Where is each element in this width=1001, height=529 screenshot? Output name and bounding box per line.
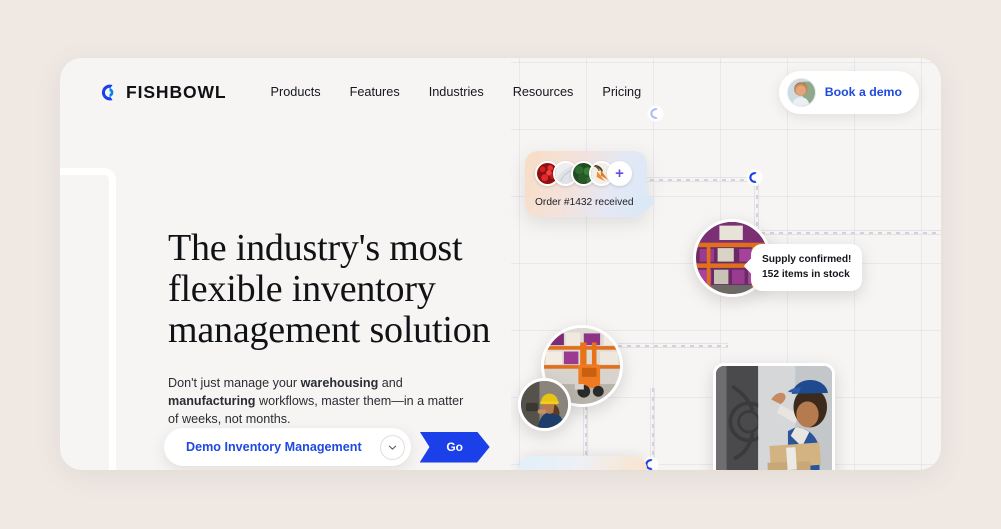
nav-links: Products Features Industries Resources P… bbox=[271, 85, 642, 99]
book-a-demo-button[interactable]: Book a demo bbox=[778, 70, 919, 114]
connector-track bbox=[754, 177, 759, 233]
person-avatar bbox=[786, 77, 816, 107]
connector-track bbox=[650, 388, 655, 466]
subtitle-bold-warehousing: warehousing bbox=[300, 376, 379, 391]
demo-select-dropdown[interactable]: Demo Inventory Management bbox=[164, 428, 411, 466]
hero-subtitle: Don't just manage your warehousing and m… bbox=[168, 375, 468, 429]
brand-name: FISHBOWL bbox=[126, 81, 227, 102]
connector-track bbox=[641, 177, 761, 182]
order-card-text: Order #1432 received bbox=[535, 197, 634, 208]
add-more-items-badge[interactable]: + bbox=[607, 161, 632, 186]
page-root: FISHBOWL Products Features Industries Re… bbox=[0, 0, 1001, 529]
subtitle-seg-2: and bbox=[378, 376, 403, 391]
nav-link-industries[interactable]: Industries bbox=[429, 85, 484, 99]
nav-link-pricing[interactable]: Pricing bbox=[602, 85, 641, 99]
delivery-person-photo bbox=[713, 363, 835, 470]
connector-track bbox=[761, 230, 941, 235]
fishbowl-node-icon bbox=[748, 171, 761, 184]
demo-select-value: Demo Inventory Management bbox=[186, 440, 362, 454]
tooltip-line-2: 152 items in stock bbox=[762, 269, 850, 281]
subtitle-seg-1: Don't just manage your bbox=[168, 376, 301, 391]
hero-card: FISHBOWL Products Features Industries Re… bbox=[60, 58, 941, 470]
chevron-down-icon[interactable] bbox=[379, 434, 405, 460]
tooltip-line-1: Supply confirmed! bbox=[762, 254, 852, 265]
subtitle-bold-manufacturing: manufacturing bbox=[168, 393, 256, 408]
book-a-demo-label: Book a demo bbox=[824, 85, 902, 99]
cta-row: Demo Inventory Management Go bbox=[164, 428, 490, 466]
hero-copy: The industry's most flexible inventory m… bbox=[168, 227, 528, 429]
order-notification-card: + Order #1432 received bbox=[525, 151, 647, 217]
order-thumbnails: + bbox=[535, 161, 637, 186]
nav-link-products[interactable]: Products bbox=[271, 85, 321, 99]
nav-link-features[interactable]: Features bbox=[350, 85, 400, 99]
decorative-left-frame bbox=[60, 168, 116, 470]
connector-track bbox=[618, 343, 728, 348]
supply-confirmed-tooltip: Supply confirmed! 152 items in stock bbox=[751, 244, 863, 291]
fishbowl-circle-icon bbox=[100, 83, 119, 102]
bottom-partial-card bbox=[519, 456, 647, 470]
nav-link-resources[interactable]: Resources bbox=[513, 85, 574, 99]
go-button[interactable]: Go bbox=[419, 431, 490, 463]
brand-logo[interactable]: FISHBOWL bbox=[100, 82, 227, 103]
top-navigation: FISHBOWL Products Features Industries Re… bbox=[60, 58, 941, 126]
page-title: The industry's most flexible inventory m… bbox=[168, 227, 491, 352]
